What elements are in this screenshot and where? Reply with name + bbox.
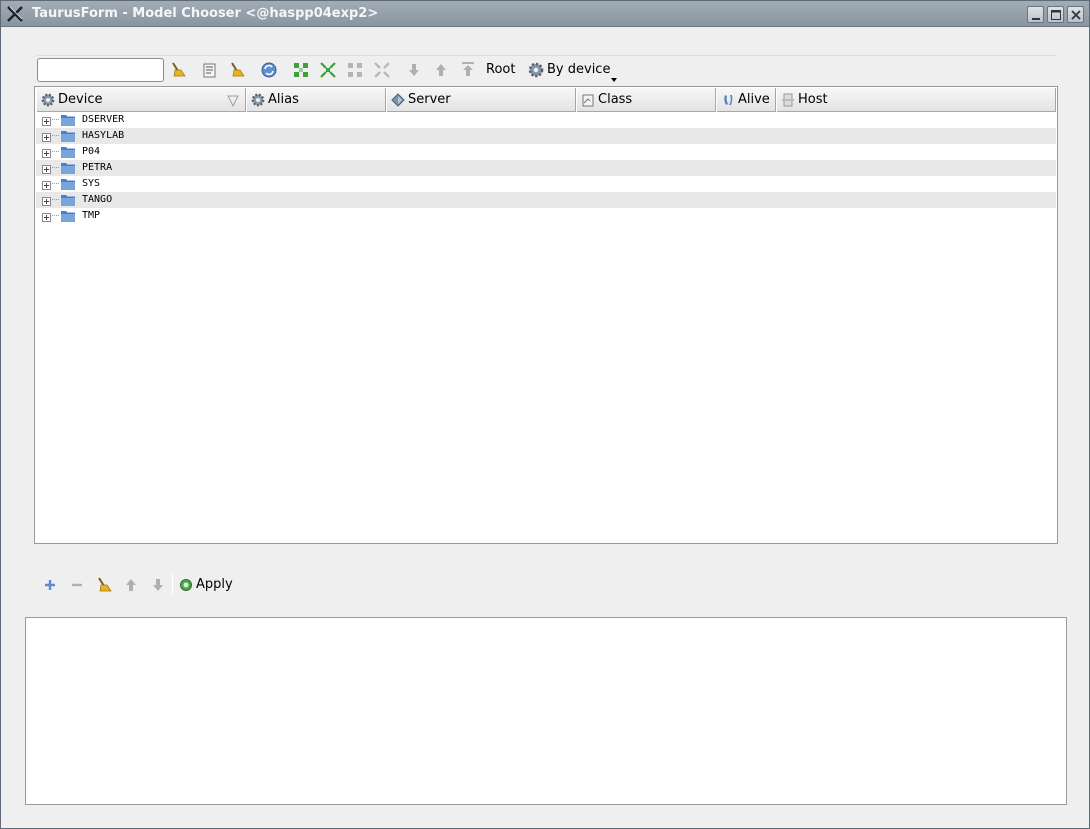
tree-row-label: HASYLAB	[82, 130, 125, 141]
tree-branch-line	[52, 215, 59, 216]
refresh-icon[interactable]	[260, 61, 278, 79]
class-icon	[580, 92, 596, 108]
column-label: Server	[408, 92, 451, 107]
folder-icon	[60, 177, 76, 191]
expand-icon[interactable]	[42, 179, 51, 190]
window: TaurusForm - Model Chooser <@haspp04exp2…	[0, 0, 1090, 829]
column-label: Device	[58, 92, 103, 107]
column-label: Alive	[738, 92, 770, 107]
column-alias[interactable]: Alias	[246, 88, 386, 112]
toolbar-separator	[172, 574, 173, 596]
arrow-down-icon[interactable]	[405, 61, 423, 79]
close-icon	[1071, 10, 1081, 20]
column-label: Class	[598, 92, 633, 107]
x-logo-icon[interactable]	[6, 5, 24, 23]
host-icon	[780, 92, 796, 108]
expand-icon[interactable]	[42, 115, 51, 126]
arrow-up-icon[interactable]	[432, 61, 450, 79]
tree-header: Device Alias Server Class Alive Host	[36, 88, 1056, 112]
column-class[interactable]: Class	[576, 88, 716, 112]
tree-row[interactable]: DSERVER	[36, 112, 1056, 128]
expand-icon[interactable]	[42, 211, 51, 222]
column-label: Host	[798, 92, 828, 107]
tree-row[interactable]: TMP	[36, 208, 1056, 224]
folder-icon	[60, 113, 76, 127]
tree-row[interactable]: TANGO	[36, 192, 1056, 208]
maximize-button[interactable]	[1047, 6, 1064, 23]
expand-all-icon[interactable]	[292, 61, 310, 79]
column-label: Alias	[268, 92, 299, 107]
broom-icon[interactable]	[96, 577, 112, 593]
close-button[interactable]	[1067, 6, 1084, 23]
notes-icon[interactable]	[201, 62, 219, 80]
tree-row-label: SYS	[82, 178, 101, 189]
gear-icon	[250, 92, 266, 108]
expand-selection-icon[interactable]	[319, 61, 337, 79]
tree-row-label: TANGO	[82, 194, 113, 205]
collapse-selection-icon[interactable]	[373, 61, 391, 79]
root-button[interactable]: Root	[486, 62, 515, 77]
model-list[interactable]	[25, 617, 1067, 805]
tree-branch-line	[52, 119, 59, 120]
tree-branch-line	[52, 167, 59, 168]
tree-row[interactable]: P04	[36, 144, 1056, 160]
gear-icon[interactable]	[527, 61, 545, 79]
title-bar[interactable]: TaurusForm - Model Chooser <@haspp04exp2…	[1, 1, 1089, 27]
folder-icon	[60, 145, 76, 159]
sort-indicator-icon[interactable]	[227, 92, 239, 108]
tree-row[interactable]: PETRA	[36, 160, 1056, 176]
folder-icon	[60, 161, 76, 175]
plus-icon[interactable]	[42, 577, 58, 593]
minimize-button[interactable]	[1027, 6, 1044, 23]
alive-icon	[720, 92, 736, 108]
tree-row-label: P04	[82, 146, 101, 157]
window-title: TaurusForm - Model Chooser <@haspp04exp2…	[32, 6, 379, 21]
tree-row-label: TMP	[82, 210, 101, 221]
expand-icon[interactable]	[42, 163, 51, 174]
view-mode-selector[interactable]: By device	[547, 62, 610, 77]
tree-row[interactable]: HASYLAB	[36, 128, 1056, 144]
folder-icon	[60, 129, 76, 143]
device-tree[interactable]: Device Alias Server Class Alive Host DSE…	[34, 86, 1058, 544]
toolbar-separator	[37, 55, 1057, 56]
arrow-down-icon[interactable]	[150, 577, 166, 593]
arrow-top-icon[interactable]	[459, 60, 477, 78]
column-alive[interactable]: Alive	[716, 88, 776, 112]
minimize-icon	[1032, 18, 1040, 20]
column-host[interactable]: Host	[776, 88, 1056, 112]
gear-icon	[40, 92, 56, 108]
filter-input[interactable]	[37, 58, 164, 82]
arrow-up-icon[interactable]	[123, 577, 139, 593]
expand-icon[interactable]	[42, 147, 51, 158]
apply-label: Apply	[196, 577, 233, 592]
tree-branch-line	[52, 183, 59, 184]
broom-icon[interactable]	[228, 61, 246, 79]
tree-branch-line	[52, 151, 59, 152]
expand-icon[interactable]	[42, 131, 51, 142]
broom-icon[interactable]	[169, 61, 187, 79]
maximize-icon	[1051, 10, 1061, 20]
tree-branch-line	[52, 135, 59, 136]
tree-row-label: DSERVER	[82, 114, 125, 125]
column-server[interactable]: Server	[386, 88, 576, 112]
minus-icon[interactable]	[69, 577, 85, 593]
tree-branch-line	[52, 199, 59, 200]
expand-icon[interactable]	[42, 195, 51, 206]
server-icon	[390, 92, 406, 108]
folder-icon	[60, 193, 76, 207]
tree-row[interactable]: SYS	[36, 176, 1056, 192]
apply-icon	[179, 578, 193, 592]
collapse-all-icon[interactable]	[346, 61, 364, 79]
folder-icon	[60, 209, 76, 223]
tree-row-label: PETRA	[82, 162, 113, 173]
column-device[interactable]: Device	[36, 88, 246, 112]
chevron-down-icon[interactable]	[611, 72, 617, 82]
